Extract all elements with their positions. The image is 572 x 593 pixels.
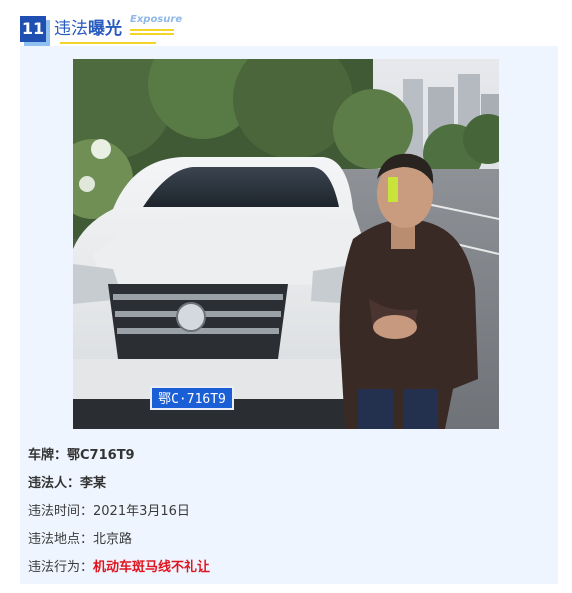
info-person: 违法人：李某	[28, 472, 106, 491]
decor-lines	[130, 29, 174, 37]
section-header: 11 违法曝光 Exposure	[20, 14, 220, 48]
time-value: 2021年3月16日	[93, 504, 190, 519]
violation-photo: 鄂C·716T9	[73, 59, 499, 429]
section-subtitle-en: Exposure	[130, 14, 183, 25]
info-act: 违法行为：机动车斑马线不礼让	[28, 556, 210, 575]
title-bold: 曝光	[88, 19, 122, 39]
section-number-badge: 11	[20, 16, 46, 42]
act-value: 机动车斑马线不礼让	[93, 560, 211, 575]
act-label: 违法行为：	[28, 560, 94, 575]
info-place: 违法地点：北京路	[28, 528, 132, 547]
time-label: 违法时间：	[28, 504, 94, 519]
person-label: 违法人：	[28, 476, 81, 491]
person-value: 李某	[80, 476, 107, 491]
plate-value: 鄂C716T9	[67, 448, 135, 463]
info-plate: 车牌：鄂C716T9	[28, 444, 135, 463]
section-title: 违法曝光	[54, 16, 122, 42]
plate-label: 车牌：	[28, 448, 68, 463]
place-value: 北京路	[93, 532, 133, 547]
content-panel: 鄂C·716T9 车牌：鄂C716T9 违法人：李某 违法时间：2021年3月1…	[20, 46, 558, 584]
plate-text: 鄂C·716T9	[158, 392, 226, 407]
title-underline	[60, 42, 156, 44]
title-plain: 违法	[54, 19, 88, 39]
place-label: 违法地点：	[28, 532, 94, 547]
info-time: 违法时间：2021年3月16日	[28, 500, 190, 519]
